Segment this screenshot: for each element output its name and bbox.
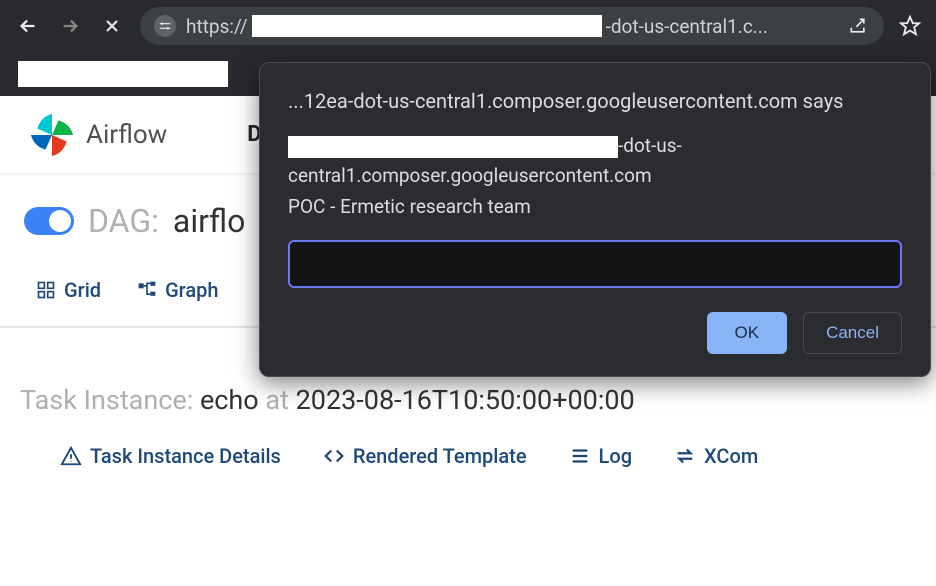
pinwheel-icon <box>26 109 78 161</box>
task-instance-tabs: Task Instance Details Rendered Template … <box>20 416 916 468</box>
code-icon <box>323 445 345 467</box>
tab-graph[interactable]: Graph <box>137 278 218 302</box>
forward-button[interactable] <box>56 12 84 40</box>
tab-grid-label: Grid <box>64 278 101 302</box>
warning-icon <box>60 445 82 467</box>
url-redacted <box>252 15 602 37</box>
tab-graph-label: Graph <box>165 278 218 302</box>
dag-name: airflo <box>173 202 245 240</box>
tab-rendered-template-label: Rendered Template <box>353 444 527 468</box>
task-name: echo <box>200 384 259 416</box>
log-icon <box>569 445 591 467</box>
dialog-message: -dot-us- central1.composer.googleusercon… <box>288 131 902 222</box>
airflow-brand-text: Airflow <box>86 120 167 150</box>
share-icon[interactable] <box>846 14 870 38</box>
task-timestamp: 2023-08-16T10:50:00+00:00 <box>296 384 635 416</box>
address-bar[interactable]: https://-dot-us-central1.c... <box>140 7 884 45</box>
tab-xcom[interactable]: XCom <box>674 444 758 468</box>
subheader-redacted <box>18 61 228 87</box>
tab-task-details-label: Task Instance Details <box>90 444 281 468</box>
dag-toggle[interactable] <box>24 207 74 235</box>
bookmark-icon[interactable] <box>898 14 922 38</box>
tab-rendered-template[interactable]: Rendered Template <box>323 444 527 468</box>
browser-toolbar: https://-dot-us-central1.c... <box>0 0 936 52</box>
dialog-buttons: OK Cancel <box>288 312 902 354</box>
dialog-input[interactable] <box>288 240 902 288</box>
graph-icon <box>137 280 157 300</box>
tab-xcom-label: XCom <box>704 444 758 468</box>
grid-icon <box>36 280 56 300</box>
airflow-logo[interactable]: Airflow <box>26 109 167 161</box>
close-button[interactable] <box>98 12 126 40</box>
swap-icon <box>674 445 696 467</box>
dialog-origin: ...12ea-dot-us-central1.composer.googleu… <box>288 89 902 113</box>
toggle-knob <box>49 210 71 232</box>
tab-task-details[interactable]: Task Instance Details <box>60 444 281 468</box>
tab-grid[interactable]: Grid <box>36 278 101 302</box>
site-settings-icon[interactable] <box>154 15 176 37</box>
url-text: https://-dot-us-central1.c... <box>186 15 836 38</box>
back-button[interactable] <box>14 12 42 40</box>
dialog-redacted <box>288 136 618 158</box>
ok-button[interactable]: OK <box>707 312 788 354</box>
tab-log[interactable]: Log <box>569 444 633 468</box>
task-instance-title: Task Instance: echo at 2023-08-16T10:50:… <box>20 384 916 416</box>
dag-label: DAG: <box>88 202 159 240</box>
cancel-button[interactable]: Cancel <box>803 312 902 354</box>
js-prompt-dialog: ...12ea-dot-us-central1.composer.googleu… <box>259 62 931 377</box>
tab-log-label: Log <box>599 444 633 468</box>
